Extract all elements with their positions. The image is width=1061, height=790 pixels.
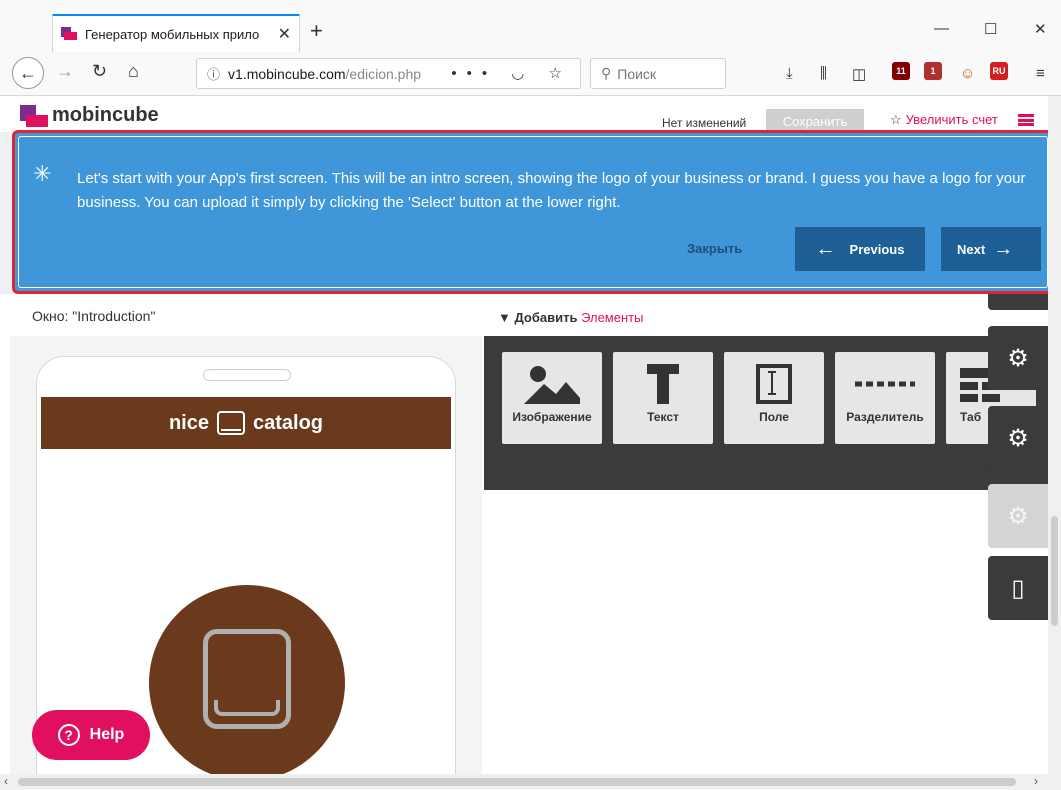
bookmark-star-icon[interactable]: ☆ bbox=[549, 65, 572, 82]
mobincube-favicon-icon bbox=[61, 27, 77, 41]
mobincube-logo[interactable]: mobincube bbox=[20, 104, 159, 127]
home-icon[interactable]: ⌂ bbox=[128, 61, 139, 82]
element-label: Изображение bbox=[512, 410, 592, 424]
tab-close-icon[interactable]: ✕ bbox=[278, 24, 291, 44]
tour-popup: ✳ Let's start with your App's first scre… bbox=[12, 130, 1054, 294]
logo-text: mobincube bbox=[52, 104, 159, 126]
vertical-scrollbar[interactable] bbox=[1048, 96, 1061, 790]
tab-bar: Генератор мобильных прило ✕ + — ☐ ✕ bbox=[0, 0, 1061, 52]
library-icon[interactable]: ⫼ bbox=[820, 65, 827, 82]
maximize-icon[interactable]: ☐ bbox=[984, 20, 997, 38]
app-header: mobincube Нет изменений Сохранить ☆ Увели… bbox=[0, 96, 1061, 133]
tampermonkey-icon[interactable]: ☺ bbox=[960, 65, 975, 82]
device-preview-button[interactable]: ▯ bbox=[988, 556, 1048, 620]
table-gear-icon: ⚙ bbox=[1007, 502, 1029, 530]
element-field-button[interactable]: Поле bbox=[724, 352, 824, 444]
gears-icon: ⚙ bbox=[1007, 344, 1029, 372]
forward-button[interactable]: → bbox=[56, 61, 74, 82]
book-icon bbox=[217, 411, 245, 435]
extension-shield-icon[interactable]: 1 bbox=[924, 62, 942, 80]
app-title-right: catalog bbox=[253, 411, 324, 434]
arrow-left-icon: ← bbox=[815, 237, 836, 260]
minimize-icon[interactable]: — bbox=[934, 20, 949, 37]
site-info-icon[interactable]: ⓘ bbox=[207, 64, 220, 83]
sidebar-icon[interactable]: ◫ bbox=[852, 65, 866, 83]
new-tab-button[interactable]: + bbox=[310, 18, 323, 44]
arrow-right-icon: → bbox=[993, 237, 1014, 260]
intro-logo-image[interactable] bbox=[149, 585, 345, 781]
tour-previous-button[interactable]: ← Previous bbox=[795, 227, 925, 271]
pocket-icon[interactable]: ◡ bbox=[511, 65, 534, 82]
search-placeholder: Поиск bbox=[617, 65, 657, 82]
app-menu-icon[interactable] bbox=[1018, 114, 1034, 126]
back-button[interactable]: ← bbox=[12, 57, 44, 89]
star-icon: ☆ bbox=[890, 112, 902, 127]
tab-title: Генератор мобильных прило bbox=[85, 26, 260, 42]
vertical-scroll-thumb[interactable] bbox=[1051, 516, 1058, 626]
question-icon: ? bbox=[57, 724, 80, 746]
element-text-button[interactable]: Текст bbox=[613, 352, 713, 444]
browser-tab[interactable]: Генератор мобильных прило ✕ bbox=[52, 14, 300, 52]
window-title: Окно: "Introduction" bbox=[32, 308, 156, 324]
add-elements-label: Элементы bbox=[581, 310, 644, 325]
phone-speaker bbox=[203, 369, 291, 381]
language-extension-icon[interactable]: RU bbox=[990, 62, 1008, 80]
horizontal-scrollbar[interactable]: ‹ › bbox=[0, 774, 1048, 790]
save-status: Нет изменений bbox=[662, 116, 747, 130]
reload-icon[interactable]: ↻ bbox=[92, 61, 107, 82]
add-elements-toggle[interactable]: ▼ Добавить Элементы bbox=[498, 310, 643, 325]
scroll-left-icon[interactable]: ‹ bbox=[4, 774, 8, 788]
url-host: v1.mobincube.com bbox=[228, 65, 346, 82]
help-button[interactable]: ? Help bbox=[32, 710, 150, 760]
element-separator-button[interactable]: Разделитель bbox=[835, 352, 935, 444]
navigation-bar: ← → ↻ ⌂ ⓘ v1.mobincube.com /edicion.php … bbox=[0, 52, 1061, 96]
upgrade-account-link[interactable]: ☆ Увеличить счет bbox=[890, 112, 998, 128]
tour-close-button[interactable]: Закрыть bbox=[687, 241, 742, 256]
element-label: Разделитель bbox=[846, 410, 924, 424]
next-label: Next bbox=[957, 241, 986, 257]
search-icon: ⚲ bbox=[601, 65, 612, 81]
element-label: Текст bbox=[647, 410, 679, 424]
field-icon bbox=[756, 364, 792, 404]
page-settings-button[interactable]: ⚙ bbox=[988, 406, 1048, 470]
scroll-right-icon[interactable]: › bbox=[1034, 774, 1038, 788]
element-image-button[interactable]: Изображение bbox=[502, 352, 602, 444]
element-label: Таб bbox=[960, 410, 982, 424]
window-close-icon[interactable]: ✕ bbox=[1034, 20, 1047, 38]
tour-next-button[interactable]: Next → bbox=[941, 227, 1041, 271]
address-bar[interactable]: ⓘ v1.mobincube.com /edicion.php ••• ◡ ☆ bbox=[196, 58, 581, 89]
element-label: Поле bbox=[759, 410, 789, 424]
add-label: ▼ Добавить bbox=[498, 310, 578, 325]
app-title-left: nice bbox=[168, 411, 209, 434]
search-input[interactable]: ⚲ Поиск bbox=[590, 58, 726, 89]
logo-mark-icon bbox=[20, 105, 48, 127]
settings-button[interactable]: ⚙ bbox=[988, 326, 1048, 390]
help-label: Help bbox=[89, 726, 125, 743]
magic-wand-icon: ✳ bbox=[33, 161, 52, 186]
downloads-icon[interactable]: ⤓ bbox=[786, 65, 793, 82]
image-icon bbox=[524, 366, 580, 404]
upgrade-label: Увеличить счет bbox=[905, 112, 998, 127]
tour-message: Let's start with your App's first screen… bbox=[77, 170, 1026, 211]
page-actions[interactable]: ••• ◡ ☆ bbox=[451, 64, 572, 82]
separator-icon bbox=[855, 381, 915, 387]
menu-icon[interactable]: ≡ bbox=[1036, 65, 1045, 82]
horizontal-scroll-thumb[interactable] bbox=[18, 778, 1016, 786]
page-actions-more-icon[interactable]: ••• bbox=[451, 65, 497, 82]
app-title-bar[interactable]: nice catalog bbox=[41, 397, 451, 449]
table-settings-button[interactable]: ⚙ bbox=[988, 484, 1048, 548]
editor-area: Окно: "Introduction" ▼ Добавить Элементы… bbox=[0, 294, 1048, 790]
document-gear-icon: ⚙ bbox=[1007, 424, 1029, 452]
ublock-extension-icon[interactable]: 11 bbox=[892, 62, 910, 80]
url-path: /edicion.php bbox=[345, 65, 422, 82]
elements-palette: Изображение Текст Поле Разделитель Таб bbox=[484, 336, 1048, 490]
text-icon bbox=[647, 364, 679, 404]
phone-icon: ▯ bbox=[1011, 574, 1025, 602]
browser-window: Генератор мобильных прило ✕ + — ☐ ✕ ← → … bbox=[0, 0, 1061, 790]
previous-label: Previous bbox=[849, 241, 905, 257]
book-logo-icon bbox=[203, 629, 291, 729]
